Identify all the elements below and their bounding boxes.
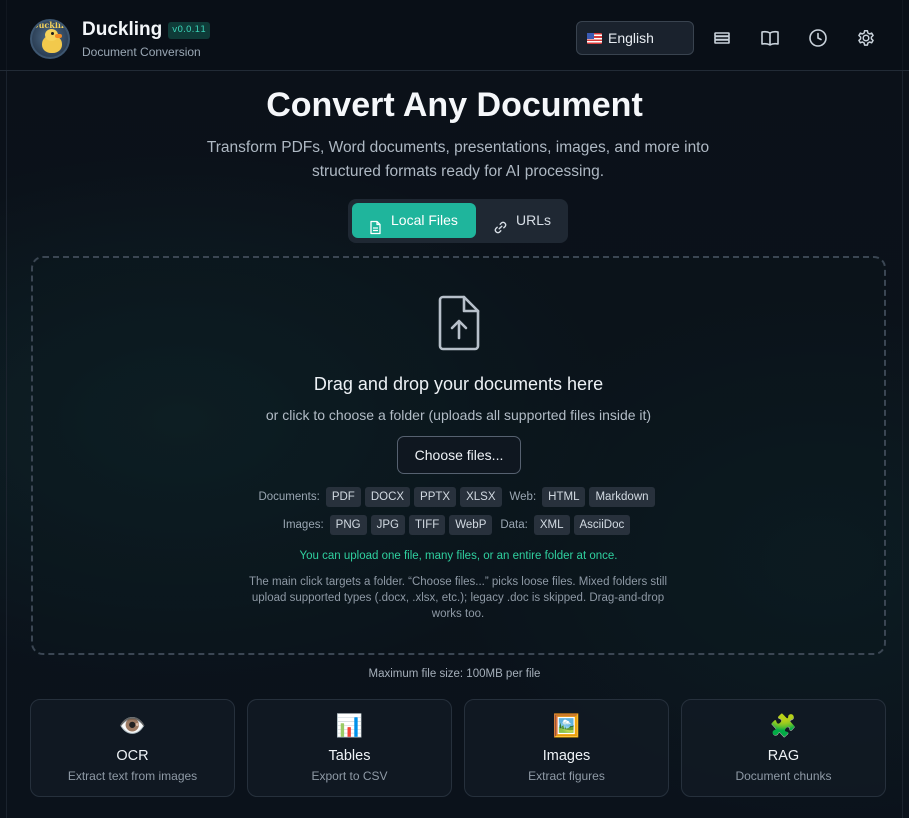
language-label: English — [608, 30, 654, 46]
tab-urls[interactable]: URLs — [480, 203, 564, 238]
feature-title: Images — [542, 748, 591, 764]
feature-subtitle: Document chunks — [735, 769, 832, 783]
feature-card-rag: 🧩 RAG Document chunks — [681, 699, 886, 797]
file-upload-icon — [436, 294, 482, 352]
format-chip: PPTX — [414, 487, 457, 507]
format-chip: WebP — [449, 515, 493, 535]
web-label: Web: — [509, 491, 537, 503]
format-chip: JPG — [370, 515, 405, 535]
format-chip: HTML — [542, 487, 586, 507]
picture-icon: 🖼️ — [552, 713, 581, 738]
tab-local-files[interactable]: Local Files — [352, 203, 476, 238]
choose-files-button[interactable]: Choose files... — [397, 436, 521, 474]
documents-label: Documents: — [258, 491, 320, 503]
upload-tip: You can upload one file, many files, or … — [299, 550, 618, 562]
brand-title: Duckling — [82, 19, 163, 40]
format-chip: DOCX — [364, 487, 411, 507]
tab-local-files-label: Local Files — [391, 212, 458, 228]
tab-urls-label: URLs — [516, 212, 552, 228]
formats-row-2: Images: PNG JPG TIFF WebP Data: XML Asci… — [33, 515, 884, 535]
format-chip: PNG — [329, 515, 367, 535]
link-icon — [493, 213, 508, 234]
feature-card-images: 🖼️ Images Extract figures — [464, 699, 669, 797]
format-chip: XML — [533, 515, 570, 535]
data-label: Data: — [500, 519, 528, 531]
upload-help-text: The main click targets a folder. “Choose… — [249, 576, 667, 620]
dropzone-title: Drag and drop your documents here — [313, 374, 604, 394]
format-chip: PDF — [325, 487, 361, 507]
format-chip: XLSX — [460, 487, 502, 507]
page-title: Convert Any Document — [266, 86, 643, 124]
file-icon — [368, 213, 383, 235]
images-label: Images: — [282, 519, 324, 531]
source-tabs: Local Files URLs — [348, 199, 568, 243]
feature-card-tables: 📊 Tables Export to CSV — [247, 699, 452, 797]
feature-subtitle: Extract text from images — [67, 769, 198, 783]
feature-title: RAG — [767, 748, 800, 764]
feature-subtitle: Extract figures — [528, 769, 605, 783]
duckling-logo[interactable]: Duckling — [30, 19, 70, 59]
feature-title: Tables — [328, 748, 371, 764]
book-icon[interactable] — [759, 27, 781, 49]
upload-dropzone[interactable]: Drag and drop your documents here or cli… — [31, 256, 886, 655]
language-select[interactable]: English — [576, 21, 694, 55]
us-flag-icon — [587, 33, 602, 44]
formats-row-1: Documents: PDF DOCX PPTX XLSX Web: HTML … — [33, 487, 884, 507]
bar-chart-icon: 📊 — [335, 713, 364, 738]
dropzone-subtitle: or click to choose a folder (uploads all… — [265, 407, 652, 423]
settings-icon[interactable] — [855, 27, 877, 49]
max-file-size-note: Maximum file size: 100MB per file — [368, 668, 541, 680]
history-icon[interactable] — [807, 27, 829, 49]
app-header: Duckling Duckling v0.0.11 Document Conve… — [0, 0, 909, 71]
storage-icon[interactable] — [711, 27, 733, 49]
version-badge: v0.0.11 — [168, 22, 210, 39]
format-chip: TIFF — [408, 515, 446, 535]
feature-subtitle: Export to CSV — [311, 769, 388, 783]
page-subtitle: Transform PDFs, Word documents, presenta… — [206, 139, 710, 180]
eye-icon: 👁️ — [118, 713, 147, 738]
puzzle-icon: 🧩 — [769, 713, 798, 738]
format-chip: AsciiDoc — [573, 515, 631, 535]
format-chip: Markdown — [589, 487, 655, 507]
brand-subtitle: Document Conversion — [82, 45, 201, 59]
feature-title: OCR — [116, 748, 149, 764]
feature-card-ocr: 👁️ OCR Extract text from images — [30, 699, 235, 797]
